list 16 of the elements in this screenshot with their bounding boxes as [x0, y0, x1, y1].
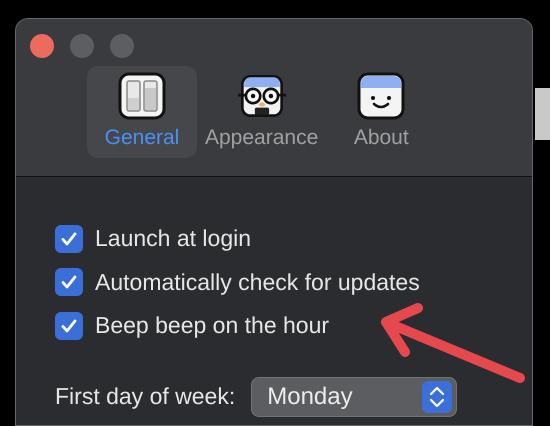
smiley-icon: [356, 72, 406, 120]
toolbar-tab[interactable]: Appearance: [201, 66, 322, 158]
toolbar-tab[interactable]: About: [326, 66, 436, 158]
checkbox[interactable]: [55, 224, 83, 253]
checkbox[interactable]: [55, 312, 83, 340]
toolbar-tab[interactable]: General: [87, 66, 197, 158]
weekday-popup[interactable]: Monday: [251, 376, 458, 416]
field-label: First day of week:: [55, 383, 236, 410]
switches-icon: [117, 72, 167, 120]
close-button[interactable]: [30, 34, 54, 58]
checkbox-label[interactable]: Automatically check for updates: [95, 268, 420, 296]
checkbox[interactable]: [55, 268, 83, 296]
checkbox-label[interactable]: Launch at login: [95, 225, 252, 252]
checkbox-label[interactable]: Beep beep on the hour: [95, 312, 330, 340]
stepper-icon: [422, 380, 452, 412]
background-window: [535, 88, 550, 140]
